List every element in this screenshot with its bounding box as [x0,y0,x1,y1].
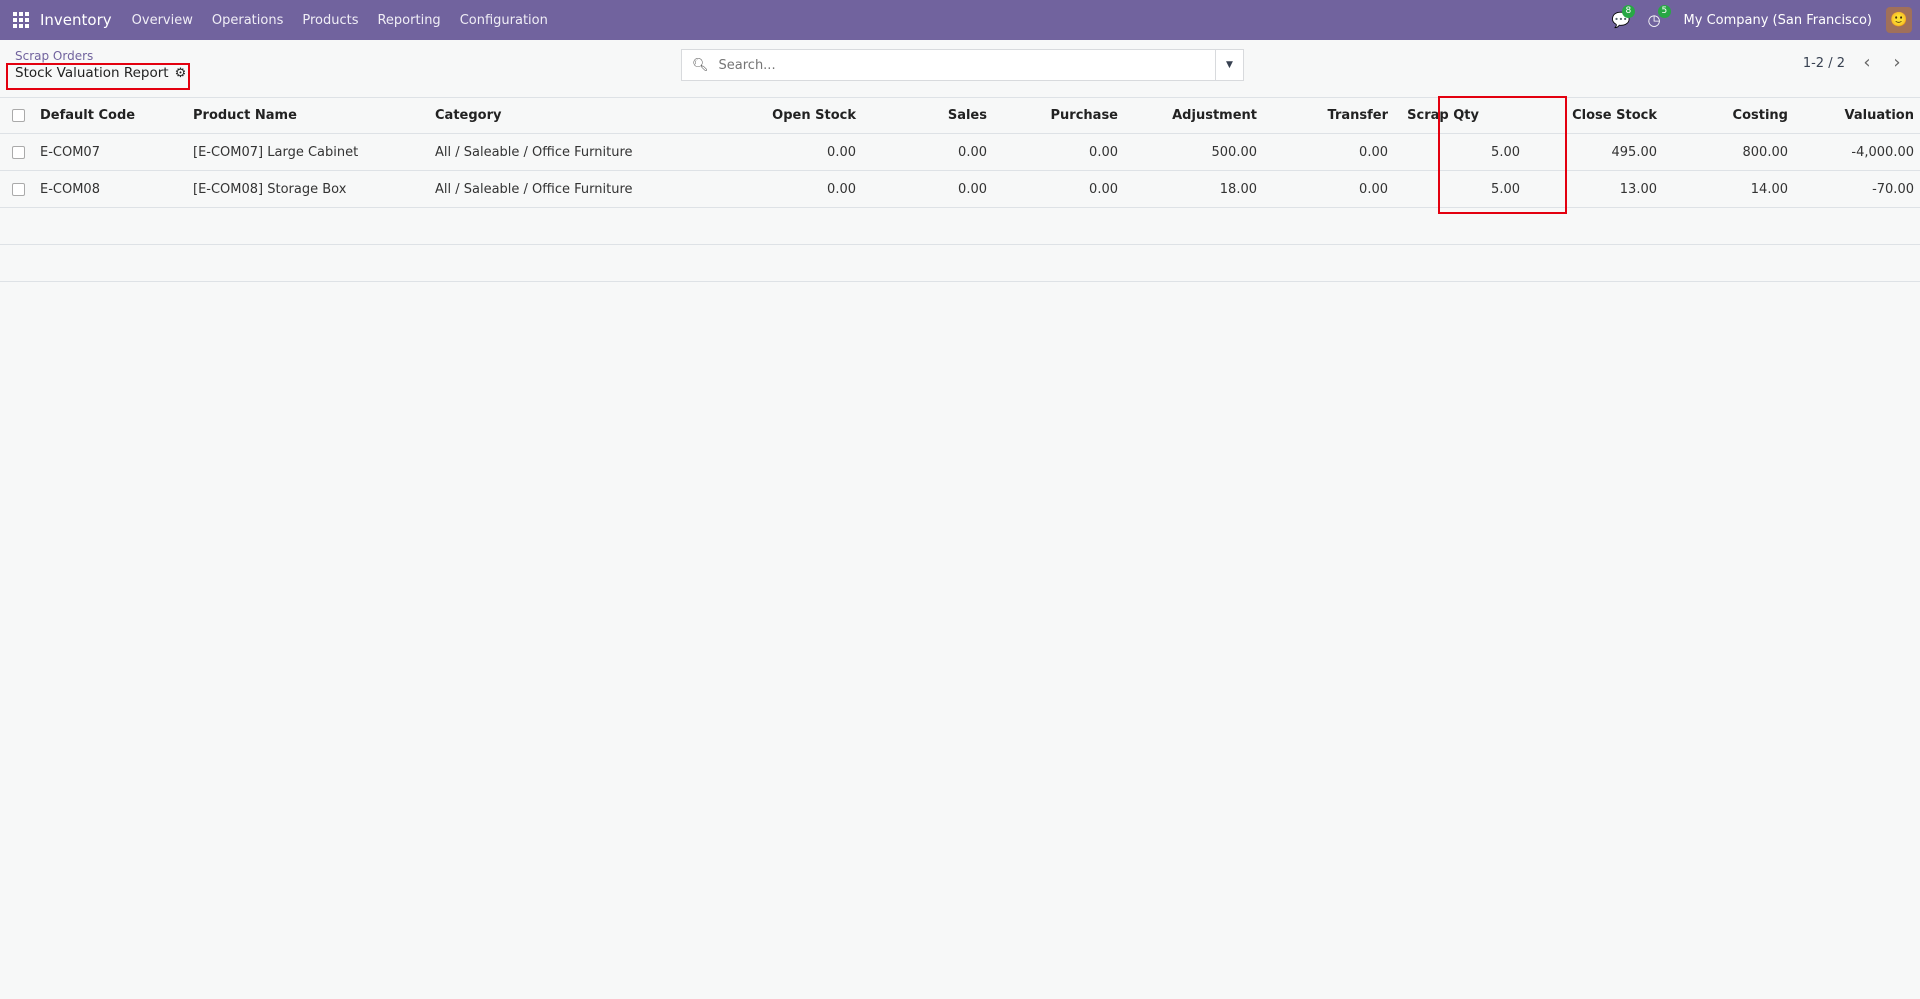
apps-menu-icon[interactable] [13,12,29,28]
col-sales[interactable]: Sales [856,97,987,134]
cell-transfer: 0.00 [1257,133,1388,171]
pager-value[interactable]: 1-2 / 2 [1803,56,1845,71]
menu-overview[interactable]: Overview [132,13,193,28]
cell-costing: 14.00 [1657,170,1788,208]
cell-sales: 0.00 [856,170,987,208]
col-default-code[interactable]: Default Code [40,97,193,134]
cell-adjustment: 500.00 [1118,133,1257,171]
cell-category: All / Saleable / Office Furniture [435,170,715,208]
activities-button[interactable]: ◷ 5 [1648,5,1672,29]
col-adjustment[interactable]: Adjustment [1118,97,1257,134]
search-input[interactable] [718,57,1199,73]
menu-products[interactable]: Products [302,13,358,28]
col-costing[interactable]: Costing [1657,97,1788,134]
breadcrumb-scrap-orders[interactable]: Scrap Orders [15,49,93,63]
messages-button[interactable]: 💬 8 [1612,5,1636,29]
cell-open-stock: 0.00 [715,170,856,208]
col-open-stock[interactable]: Open Stock [715,97,856,134]
search-icon: 🔍︎ [692,57,709,73]
pager-prev-icon[interactable]: ‹ [1854,52,1880,73]
cell-product-name: [E-COM08] Storage Box [193,170,435,208]
cell-sales: 0.00 [856,133,987,171]
cell-adjustment: 18.00 [1118,170,1257,208]
stock-valuation-table: Default Code Product Name Category Open … [0,97,1920,208]
user-avatar[interactable]: 🙂 [1886,7,1912,33]
cell-purchase: 0.00 [987,170,1118,208]
cell-valuation: -70.00 [1788,170,1920,208]
col-purchase[interactable]: Purchase [987,97,1118,134]
messages-badge: 8 [1621,5,1636,18]
table-row[interactable]: E-COM08 [E-COM08] Storage Box All / Sale… [0,170,1920,208]
col-transfer[interactable]: Transfer [1257,97,1388,134]
activities-badge: 5 [1657,5,1672,18]
row-checkbox[interactable] [12,145,25,159]
cell-purchase: 0.00 [987,133,1118,171]
pager-next-icon[interactable]: › [1884,52,1910,73]
divider [0,244,1920,245]
highlight-scrap-qty-column [1438,96,1567,214]
search-bar: 🔍︎ ▼ [681,49,1244,81]
top-navbar: Inventory Overview Operations Products R… [0,0,1920,40]
company-switcher[interactable]: My Company (San Francisco) [1684,13,1872,28]
search-options-toggle[interactable]: ▼ [1215,50,1243,80]
divider [0,281,1920,282]
table-header: Default Code Product Name Category Open … [0,97,1920,134]
row-checkbox[interactable] [12,182,25,196]
cell-default-code: E-COM07 [40,133,193,171]
cell-costing: 800.00 [1657,133,1788,171]
cell-product-name: [E-COM07] Large Cabinet [193,133,435,171]
table-row[interactable]: E-COM07 [E-COM07] Large Cabinet All / Sa… [0,133,1920,171]
col-valuation[interactable]: Valuation [1788,97,1920,134]
select-all-checkbox[interactable] [12,109,25,122]
app-name[interactable]: Inventory [40,11,112,29]
cell-open-stock: 0.00 [715,133,856,171]
menu-configuration[interactable]: Configuration [460,13,548,28]
col-category[interactable]: Category [435,97,715,134]
cell-transfer: 0.00 [1257,170,1388,208]
cell-valuation: -4,000.00 [1788,133,1920,171]
col-product-name[interactable]: Product Name [193,97,435,134]
highlight-title [6,63,190,90]
cell-category: All / Saleable / Office Furniture [435,133,715,171]
menu-operations[interactable]: Operations [212,13,283,28]
menu-reporting[interactable]: Reporting [377,13,440,28]
cell-default-code: E-COM08 [40,170,193,208]
